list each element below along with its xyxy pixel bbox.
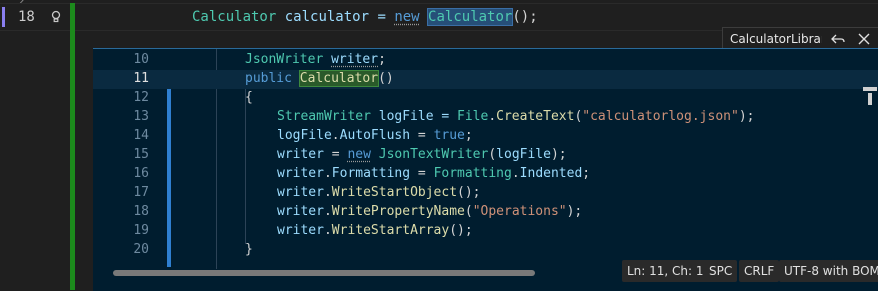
peek-title-tab: CalculatorLibrary (722, 27, 878, 50)
variable-token: writer (277, 147, 324, 162)
method-token: WriteStartObject (331, 185, 458, 200)
variable-token: writer (277, 166, 324, 181)
punctuation-token: ; (378, 52, 386, 67)
highlighted-definition[interactable]: Calculator (298, 70, 380, 87)
code-line-current[interactable]: 11 public Calculator() (93, 70, 878, 89)
code-line[interactable]: 10 JsonWriter writer; (93, 51, 878, 70)
code-line[interactable]: 15 writer = new JsonTextWriter(logFile); (93, 146, 878, 165)
punctuation-token: ; (582, 166, 591, 181)
encoding-indicator[interactable]: UTF-8 with BOM (779, 260, 878, 282)
punctuation-token: ; (464, 128, 473, 143)
line-number: 17 (133, 185, 149, 200)
variable-token: writer (331, 52, 379, 67)
punctuation-token: ); (738, 109, 755, 124)
punctuation-token: () (378, 71, 394, 86)
line-number: 14 (133, 128, 149, 143)
highlighted-reference[interactable]: Calculator (427, 8, 514, 26)
line-number: 11 (133, 71, 149, 86)
enum-value-token: Indented (519, 166, 583, 181)
code-line[interactable]: 16 writer.Formatting = Formatting.Indent… (93, 165, 878, 184)
line-number: 18 (18, 9, 35, 25)
punctuation-token: (); (512, 9, 538, 25)
line-number: 13 (133, 109, 149, 124)
brace-token: { (245, 90, 253, 105)
code-line[interactable]: 19 writer.WriteStartArray(); (93, 222, 878, 241)
punctuation-token: ); (566, 204, 583, 219)
close-icon[interactable] (855, 30, 873, 48)
previous-line-stub: 2 (18, 0, 28, 8)
line-number: 10 (133, 52, 149, 67)
brace-token: } (245, 242, 253, 257)
scrollbar-marker (868, 93, 872, 105)
keyword-token: new (394, 9, 420, 25)
variable-token: writer (277, 185, 324, 200)
property-token: Formatting (331, 166, 411, 181)
punctuation-token: (); (449, 223, 473, 238)
peek-title: CalculatorLibrary (730, 32, 822, 46)
variable-token: logFile (277, 128, 332, 143)
code-line[interactable]: 18 writer.WritePropertyName("Operations"… (93, 203, 878, 222)
variable-token: calculator = (276, 9, 395, 25)
punctuation-token: ); (550, 147, 567, 162)
punctuation-token: (); (457, 185, 481, 200)
code-line[interactable]: 13 StreamWriter logFile = File.CreateTex… (93, 108, 878, 127)
lightbulb-icon[interactable] (50, 10, 62, 24)
type-token: StreamWriter (277, 109, 371, 124)
scrollbar-marker (863, 87, 877, 91)
code-line[interactable]: 20 } (93, 241, 878, 260)
code-line[interactable]: 14 logFile.AutoFlush = true; (93, 127, 878, 146)
method-token: CreateText (496, 109, 575, 124)
keyword-token: new (347, 147, 371, 162)
line-number: 16 (133, 166, 149, 181)
horizontal-scrollbar-thumb[interactable] (113, 270, 535, 276)
variable-token: writer (277, 223, 324, 238)
code-line[interactable]: 12 { (93, 89, 878, 108)
peek-definition-window[interactable]: 10 JsonWriter writer; 11 public Calculat… (93, 48, 878, 291)
change-marker (2, 7, 5, 27)
variable-token: logFile (496, 147, 551, 162)
line-ending-indicator[interactable]: CRLF (739, 260, 780, 282)
line-number: 12 (133, 90, 149, 105)
line-number: 15 (133, 147, 149, 162)
type-token: Calculator (192, 9, 277, 25)
line-number: 18 (133, 204, 149, 219)
cursor-position-indicator[interactable]: Ln: 11, Ch: 16 (622, 260, 717, 282)
saved-change-bar (70, 3, 75, 290)
keyword-token: true (433, 128, 465, 143)
variable-token: writer (277, 204, 324, 219)
back-arrow-icon[interactable] (829, 30, 847, 48)
class-token: File (457, 109, 489, 124)
type-token: JsonWriter (245, 52, 324, 67)
line-number: 19 (133, 223, 149, 238)
method-token: WritePropertyName (331, 204, 465, 219)
string-token: "calculatorlog.json" (582, 109, 739, 124)
outer-code-text[interactable]: Calculator calculator = new Calculator()… (192, 8, 538, 26)
enum-token: Formatting (433, 166, 512, 181)
string-token: "Operations" (472, 204, 567, 219)
variable-token: logFile = (370, 109, 458, 124)
property-token: AutoFlush (339, 128, 411, 143)
keyword-token: public (245, 71, 292, 86)
line-number: 20 (133, 242, 149, 257)
spacing-indicator[interactable]: SPC (704, 260, 738, 282)
method-token: WriteStartArray (331, 223, 450, 238)
code-line[interactable]: 17 writer.WriteStartObject(); (93, 184, 878, 203)
type-token: JsonTextWriter (378, 147, 489, 162)
